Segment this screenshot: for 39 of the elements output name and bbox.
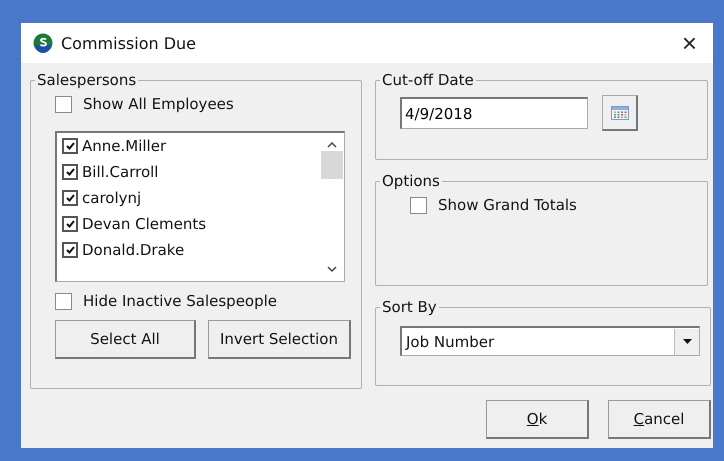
checkbox-label: Show Grand Totals [438,196,577,214]
salesperson-list[interactable]: Anne.Miller Bill.Carroll carolynj Devan Clements Donald.Drake [55,131,345,282]
group-title: Cut-off Date [381,71,475,89]
checkbox[interactable] [62,242,78,258]
close-button[interactable]: × [676,30,703,56]
checkbox[interactable] [55,292,72,310]
scroll-thumb[interactable] [321,151,343,179]
calendar-icon [610,106,628,120]
group-title: Sort By [381,298,438,316]
app-logo-icon [33,33,53,53]
select-all-button[interactable]: Select All [55,320,196,359]
cancel-button[interactable]: Cancel [608,400,711,439]
checkbox[interactable] [410,196,427,214]
date-field[interactable]: 4/9/2018 [400,97,588,129]
checkmark-icon [66,194,74,202]
group-title: Options [381,172,441,190]
checkmark-icon [66,142,74,150]
checkbox[interactable] [62,164,78,180]
ok-button[interactable]: Ok [486,400,589,439]
salesperson-name[interactable]: Devan Clements [82,215,206,233]
checkmark-icon [66,220,74,228]
checkbox-label: Hide Inactive Salespeople [83,292,278,310]
checkmark-icon [66,168,74,176]
checkbox[interactable] [62,216,78,232]
checkbox[interactable] [62,138,78,154]
checkbox-label: Show All Employees [83,95,234,113]
group-title: Salespersons [36,71,138,89]
calendar-button[interactable] [602,95,638,131]
checkmark-icon [66,246,74,254]
sort-by-dropdown[interactable]: Job Number [400,326,700,356]
checkbox[interactable] [55,96,72,112]
salesperson-name[interactable]: Bill.Carroll [82,163,158,181]
invert-selection-button[interactable]: Invert Selection [208,320,351,359]
salesperson-name[interactable]: Donald.Drake [82,241,184,259]
checkbox[interactable] [62,190,78,206]
salesperson-name[interactable]: carolynj [82,189,142,207]
dropdown-arrow-icon[interactable] [682,339,692,344]
window-title: Commission Due [61,34,198,52]
salesperson-name[interactable]: Anne.Miller [82,137,166,155]
